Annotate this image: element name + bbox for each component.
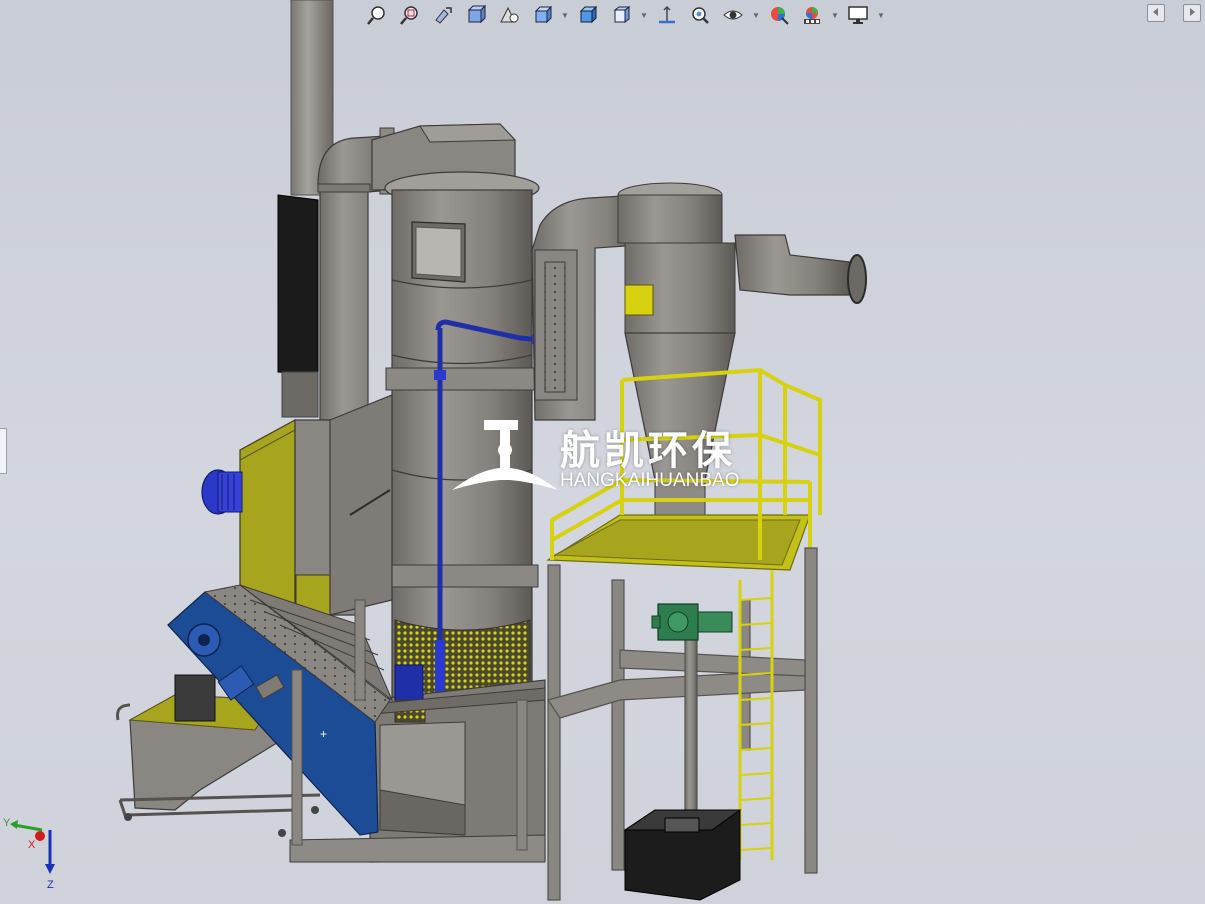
view-orientation-icon (534, 5, 553, 24)
cad-assembly-model[interactable]: + (0, 0, 1205, 904)
view-settings-dropdown[interactable]: ▼ (751, 1, 761, 29)
reference-triad: Y X Z (3, 817, 55, 891)
view-settings-button[interactable] (718, 1, 748, 29)
previous-view-icon (435, 7, 452, 24)
zoom-to-area-button[interactable] (395, 1, 425, 29)
appearances-button[interactable] (764, 1, 794, 29)
display-monitor-icon (848, 6, 868, 24)
scene-icon (804, 7, 820, 24)
feature-manager-flyout-tab[interactable] (0, 428, 7, 474)
zoom-to-area-icon (400, 6, 418, 25)
filter-housing-dark (277, 194, 319, 418)
panel-toggle-group (1147, 4, 1201, 22)
fan-housing (329, 394, 393, 616)
edit-appearance-icon (659, 5, 675, 24)
section-view-icon (467, 4, 487, 24)
blower-motor-blue (201, 469, 243, 515)
display-style-button[interactable] (573, 1, 603, 29)
hide-show-items-icon (613, 6, 631, 23)
x-axis-label: X (28, 839, 36, 851)
y-axis-label: Y (3, 817, 11, 829)
apply-scene-icon (692, 7, 709, 24)
appearances-icon (771, 7, 789, 25)
rotary-valve-green (651, 603, 733, 641)
display-monitor-button[interactable] (843, 1, 873, 29)
dynamic-annotation-button[interactable] (494, 1, 524, 29)
expand-panel-right-button[interactable] (1183, 4, 1201, 22)
collapse-panel-left-button[interactable] (1147, 4, 1165, 22)
zoom-to-fit-button[interactable] (362, 1, 392, 29)
hide-show-items-button[interactable] (606, 1, 636, 29)
dynamic-annotation-icon (500, 6, 519, 23)
scene-dropdown[interactable]: ▼ (830, 1, 840, 29)
previous-view-button[interactable] (428, 1, 458, 29)
zoom-to-fit-icon (367, 6, 385, 25)
spray-tower-column (384, 171, 540, 711)
dust-collection-bin (623, 809, 742, 901)
z-axis-arrow (45, 864, 55, 874)
apply-scene-button[interactable] (685, 1, 715, 29)
view-settings-icon (723, 10, 743, 20)
display-style-icon (579, 5, 598, 24)
z-axis-label: Z (47, 879, 54, 891)
x-axis-marker (35, 831, 45, 841)
view-orientation-button[interactable] (527, 1, 557, 29)
svg-text:+: + (320, 727, 327, 741)
view-orientation-dropdown[interactable]: ▼ (560, 1, 570, 29)
scene-button[interactable] (797, 1, 827, 29)
cyclone-separator (617, 182, 867, 541)
hide-show-dropdown[interactable]: ▼ (639, 1, 649, 29)
y-axis-arrow (10, 820, 18, 829)
y-axis-line (13, 823, 43, 832)
graphics-viewport[interactable]: + 航凯环保 HANGKAIHUANBAO ▼ ▼ ▼ ▼ ▼ Y X Z (0, 0, 1205, 904)
edit-appearance-button[interactable] (652, 1, 682, 29)
heads-up-view-toolbar: ▼ ▼ ▼ ▼ ▼ (362, 0, 886, 30)
section-view-button[interactable] (461, 1, 491, 29)
display-monitor-dropdown[interactable]: ▼ (876, 1, 886, 29)
